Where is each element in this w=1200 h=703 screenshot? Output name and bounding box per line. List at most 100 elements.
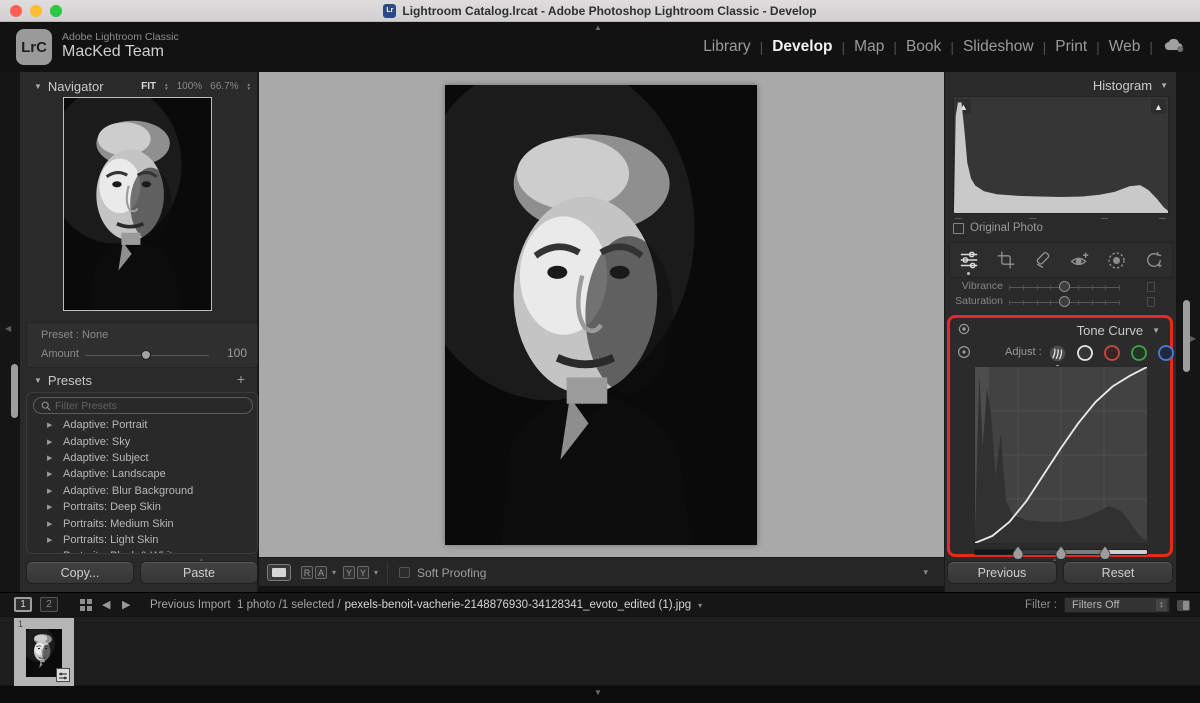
cloud-sync-icon[interactable]	[1162, 37, 1186, 58]
vibrance-slider-thumb[interactable]	[1059, 281, 1070, 292]
original-photo-checkbox[interactable]	[953, 223, 964, 234]
tone-range-thumb-3[interactable]	[1099, 546, 1111, 559]
filter-stepper-icon[interactable]: ▲▼	[1156, 599, 1167, 611]
add-preset-button[interactable]: +	[237, 371, 245, 387]
next-photo-arrow-icon[interactable]: ▶	[122, 598, 130, 611]
zoom-ratio-stepper-icon[interactable]: ▲▼	[247, 83, 251, 91]
filter-toggle-switch[interactable]	[1177, 600, 1190, 611]
module-map[interactable]: Map	[854, 38, 884, 56]
tone-curve-graph[interactable]	[974, 366, 1148, 544]
module-slideshow[interactable]: Slideshow	[963, 38, 1034, 56]
preset-item-6[interactable]: ▶Portraits: Deep Skin	[27, 499, 257, 515]
tone-curve-header[interactable]: Tone Curve ▼	[1077, 323, 1160, 338]
toolbar-options-caret-icon[interactable]: ▾	[923, 567, 928, 578]
blue-channel-button[interactable]	[1156, 340, 1175, 366]
preset-item-8[interactable]: ▶Portraits: Light Skin	[27, 532, 257, 548]
module-print[interactable]: Print	[1055, 38, 1087, 56]
disclosure-right-icon[interactable]: ▶	[47, 470, 57, 478]
disclosure-right-icon[interactable]: ▶	[47, 552, 57, 554]
module-develop[interactable]: Develop	[772, 38, 832, 56]
filter-dropdown[interactable]: Filters Off ▲▼	[1064, 597, 1170, 613]
preset-item-9[interactable]: ▶Portraits: Black & White	[27, 548, 257, 554]
disclosure-right-icon[interactable]: ▶	[47, 503, 57, 511]
collapse-left-panel-icon[interactable]: ◀	[5, 324, 11, 333]
panel-switch-icon[interactable]	[958, 323, 970, 335]
close-window-button[interactable]	[10, 5, 22, 17]
saturation-value-box[interactable]	[1147, 297, 1155, 307]
dropdown-caret-icon[interactable]: ▾	[332, 568, 336, 577]
before-after-split-button[interactable]: Y Y ▾	[343, 566, 378, 579]
module-web[interactable]: Web	[1109, 38, 1141, 56]
red-channel-button[interactable]	[1102, 340, 1121, 366]
secondary-display-button[interactable]: 2	[40, 597, 58, 612]
window-title: Lightroom Catalog.lrcat - Adobe Photosho…	[402, 4, 816, 18]
grid-view-icon[interactable]	[80, 599, 92, 611]
zoom-stepper-icon[interactable]: ▲▼	[164, 83, 168, 91]
collapse-filmstrip-icon[interactable]: ▼	[594, 688, 602, 697]
saturation-slider-thumb[interactable]	[1059, 296, 1070, 307]
targeted-adjustment-icon[interactable]	[957, 345, 971, 359]
module-library[interactable]: Library	[703, 38, 750, 56]
right-scrollbar-thumb[interactable]	[1183, 300, 1190, 372]
preset-item-1[interactable]: ▶Adaptive: Portrait	[27, 417, 257, 433]
minimize-window-button[interactable]	[30, 5, 42, 17]
filmstrip-selected-cell[interactable]: 1	[14, 618, 74, 686]
selection-caret-icon[interactable]: ▾	[698, 601, 702, 610]
zoom-fit-option[interactable]: FIT	[141, 81, 156, 92]
paste-button[interactable]: Paste	[140, 561, 258, 584]
tone-curve-svg	[975, 367, 1147, 543]
preset-item-3[interactable]: ▶Adaptive: Subject	[27, 450, 257, 466]
dropdown-caret-icon[interactable]: ▾	[374, 568, 378, 577]
disclosure-right-icon[interactable]: ▶	[47, 438, 57, 446]
parametric-curve-button[interactable]	[1048, 340, 1067, 366]
histogram-header[interactable]: Histogram ▼	[1093, 78, 1168, 93]
disclosure-right-icon[interactable]: ▶	[47, 536, 57, 544]
disclosure-right-icon[interactable]: ▶	[47, 487, 57, 495]
left-scrollbar-thumb[interactable]	[11, 364, 18, 418]
preset-search[interactable]	[33, 397, 253, 414]
preset-item-7[interactable]: ▶Portraits: Medium Skin	[27, 515, 257, 531]
disclosure-right-icon[interactable]: ▶	[47, 421, 57, 429]
primary-display-button[interactable]: 1	[14, 597, 32, 612]
main-photo[interactable]	[445, 85, 757, 545]
healing-tool-button[interactable]	[1030, 245, 1056, 275]
expand-right-panel-icon[interactable]: ▶	[1190, 334, 1196, 343]
point-curve-button[interactable]	[1075, 340, 1094, 366]
tone-range-thumb-2[interactable]	[1055, 546, 1067, 559]
preset-item-5[interactable]: ▶Adaptive: Blur Background	[27, 483, 257, 499]
filmstrip-source[interactable]: Previous Import	[150, 599, 231, 611]
edited-badge-icon[interactable]	[56, 668, 70, 682]
loupe-view-button[interactable]	[267, 564, 291, 581]
previous-photo-arrow-icon[interactable]: ◀	[102, 598, 110, 611]
zoom-ratio-option[interactable]: 66.7%	[210, 81, 238, 92]
copy-button[interactable]: Copy...	[26, 561, 134, 584]
sync-tool-button[interactable]	[1141, 245, 1167, 275]
preset-item-4[interactable]: ▶Adaptive: Landscape	[27, 466, 257, 482]
crop-tool-button[interactable]	[993, 245, 1019, 275]
edit-sliders-tool-button[interactable]	[956, 245, 982, 275]
histogram-box[interactable]: ▲ ▲	[953, 96, 1169, 214]
red-eye-tool-button[interactable]	[1067, 245, 1093, 275]
module-book[interactable]: Book	[906, 38, 941, 56]
preset-item-2[interactable]: ▶Adaptive: Sky	[27, 433, 257, 449]
preset-filter-input[interactable]	[51, 400, 252, 412]
amount-slider-thumb[interactable]	[141, 350, 151, 360]
disclosure-right-icon[interactable]: ▶	[47, 520, 57, 528]
amount-slider[interactable]	[85, 355, 209, 356]
before-after-lr-button[interactable]: R A ▾	[301, 566, 336, 579]
navigator-preview[interactable]	[63, 97, 212, 311]
soft-proofing-checkbox[interactable]	[399, 567, 410, 578]
collapse-top-panel-icon[interactable]: ▲	[594, 23, 602, 32]
vibrance-value-box[interactable]	[1147, 282, 1155, 292]
filmstrip-selection[interactable]: 1 photo /1 selected / pexels-benoit-vach…	[237, 599, 702, 611]
green-channel-button[interactable]	[1129, 340, 1148, 366]
zoom-100-option[interactable]: 100%	[177, 81, 203, 92]
previous-button[interactable]: Previous	[947, 561, 1057, 584]
tone-range-thumb-1[interactable]	[1012, 546, 1024, 559]
navigator-header[interactable]: ▼ Navigator	[34, 79, 104, 94]
masking-tool-button[interactable]	[1104, 245, 1130, 275]
presets-header[interactable]: ▼ Presets	[34, 373, 92, 388]
reset-button[interactable]: Reset	[1063, 561, 1173, 584]
disclosure-right-icon[interactable]: ▶	[47, 454, 57, 462]
maximize-window-button[interactable]	[50, 5, 62, 17]
